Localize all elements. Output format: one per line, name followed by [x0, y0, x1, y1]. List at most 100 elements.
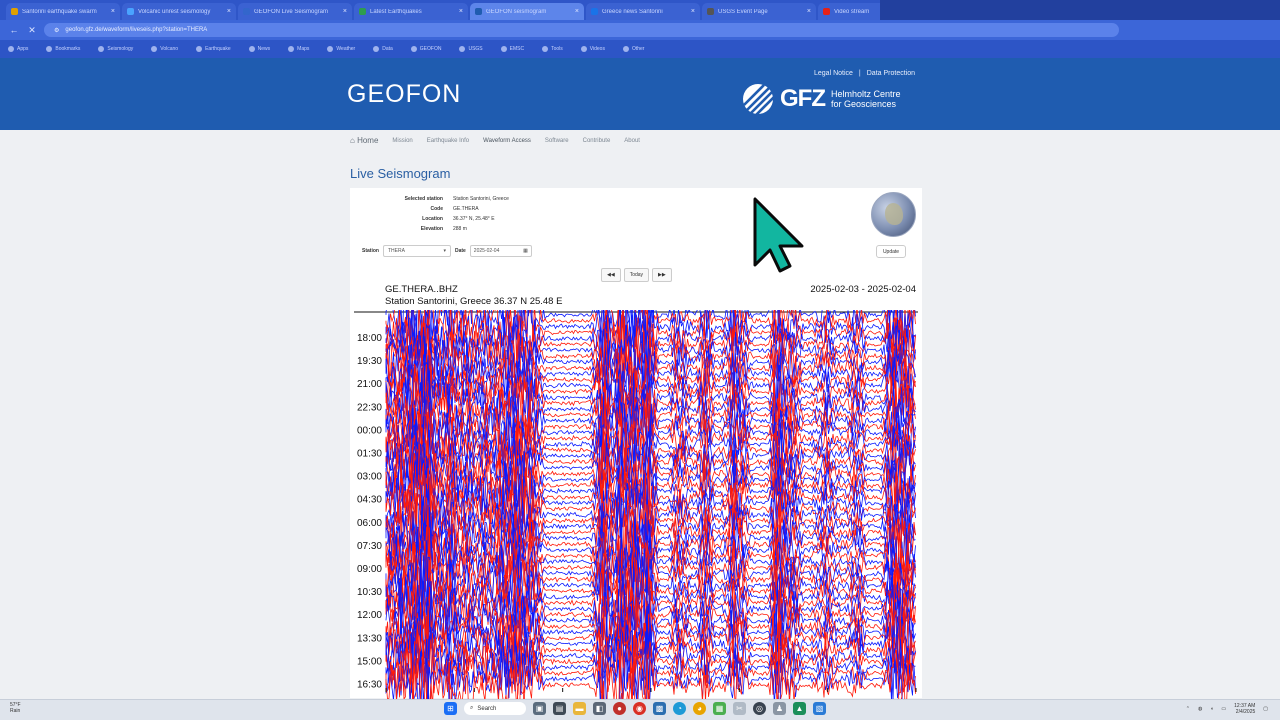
start-icon[interactable]: ⊞: [444, 702, 457, 715]
address-bar[interactable]: ⚙ geofon.gfz.de/waveform/liveseis.php?st…: [44, 23, 1119, 37]
bookmark-icon: [288, 46, 295, 52]
legal-notice-link[interactable]: Legal Notice: [814, 70, 853, 77]
task-view-icon[interactable]: ▣: [533, 702, 546, 715]
helicorder-plot: 18:00 19:30 21:00 22:30 00:00 01:30 03:00 04:30…: [354, 310, 918, 700]
bookmark-icon: [196, 46, 203, 52]
menu-mission[interactable]: Mission: [392, 138, 412, 144]
site-brand[interactable]: GEOFON: [347, 80, 461, 109]
bookmark-icon: [410, 46, 417, 52]
bookmark-item[interactable]: EMSC: [500, 46, 524, 52]
menu-about[interactable]: About: [624, 138, 640, 144]
app-icon[interactable]: ◕: [693, 702, 706, 715]
site-info-icon[interactable]: ⚙: [54, 27, 59, 34]
close-tab-icon[interactable]: ×: [111, 8, 115, 15]
close-tab-icon[interactable]: ×: [227, 8, 231, 15]
bookmark-item[interactable]: Seismology: [98, 46, 133, 52]
app-icon[interactable]: ▦: [713, 702, 726, 715]
app-icon[interactable]: ♟: [773, 702, 786, 715]
folder-icon[interactable]: ▬: [573, 702, 586, 715]
station-info: Selected station Station Santorini, Greec…: [380, 194, 509, 234]
back-icon[interactable]: ←: [8, 25, 20, 35]
reload-icon[interactable]: ✕: [26, 25, 38, 36]
mouse-cursor-icon: [753, 197, 804, 273]
bookmark-item[interactable]: Bookmarks: [46, 46, 80, 52]
bookmark-item[interactable]: Apps: [8, 46, 28, 52]
bookmark-item[interactable]: Videos: [580, 46, 605, 52]
chrome-icon[interactable]: ◉: [633, 702, 646, 715]
gfz-stripes-icon: [743, 84, 774, 115]
browser-tab[interactable]: Volcanic unrest seismology ×: [122, 3, 236, 20]
chevron-up-icon[interactable]: ⌃: [1186, 706, 1190, 712]
files-icon[interactable]: ▤: [553, 702, 566, 715]
page-title: Live Seismogram: [350, 166, 451, 181]
menu-earthquake-info[interactable]: Earthquake Info: [427, 138, 469, 144]
bookmark-item[interactable]: GEOFON: [410, 46, 441, 52]
close-tab-icon[interactable]: ×: [807, 8, 811, 15]
address-url: geofon.gfz.de/waveform/liveseis.php?stat…: [65, 27, 208, 33]
menu-contribute[interactable]: Contribute: [583, 138, 611, 144]
clock[interactable]: 12:37 AM 2/4/2025: [1234, 703, 1255, 715]
close-tab-icon[interactable]: ×: [691, 8, 695, 15]
browser-tab[interactable]: USGS Event Page ×: [702, 3, 816, 20]
bookmark-item[interactable]: USGS: [459, 46, 483, 52]
main-menu: ⌂ Home Mission Earthquake Info Waveform …: [350, 136, 640, 145]
edge-icon[interactable]: ◔: [673, 702, 686, 715]
bookmark-item[interactable]: Tools: [542, 46, 563, 52]
network-icon[interactable]: ◍: [1198, 706, 1202, 712]
battery-icon[interactable]: ▭: [1221, 706, 1226, 712]
browser-tab[interactable]: Santorini earthquake swarm ×: [6, 3, 120, 20]
station-controls: Station THERA ▾ Date 2025-02-04 ▦: [362, 245, 532, 257]
tab-favicon-icon: [359, 8, 366, 15]
time-tick-label: 18:00: [357, 333, 382, 344]
close-tab-icon[interactable]: ×: [459, 8, 463, 15]
weather-widget[interactable]: 57°F Rain: [10, 702, 21, 714]
today-button[interactable]: Today: [623, 268, 650, 282]
browser-tab[interactable]: Latest Earthquakes ×: [354, 3, 468, 20]
app-icon[interactable]: ▩: [653, 702, 666, 715]
prev-day-button[interactable]: ◀◀: [601, 268, 621, 282]
time-tick-label: 12:00: [357, 610, 382, 621]
tab-favicon-icon: [127, 8, 134, 15]
tab-title: GEOFON seismogram: [486, 8, 547, 15]
bookmark-item[interactable]: Maps: [288, 46, 309, 52]
notification-icon[interactable]: ▢: [1263, 706, 1268, 712]
bookmark-item[interactable]: Earthquake: [196, 46, 231, 52]
calendar-icon[interactable]: ▦: [523, 248, 528, 254]
app-icon[interactable]: ▧: [813, 702, 826, 715]
data-protection-link[interactable]: Data Protection: [867, 70, 915, 77]
browser-tab[interactable]: Greece news Santorini ×: [586, 3, 700, 20]
app-icon[interactable]: ▲: [793, 702, 806, 715]
browser-tab[interactable]: GEOFON Live Seismogram ×: [238, 3, 352, 20]
day-pager: ◀◀ Today ▶▶: [601, 268, 672, 282]
menu-home-label: Home: [357, 136, 379, 145]
menu-software[interactable]: Software: [545, 138, 569, 144]
station-map-globe[interactable]: [871, 192, 916, 237]
app-icon[interactable]: ●: [613, 702, 626, 715]
bookmark-label: USGS: [468, 46, 483, 52]
app-icon[interactable]: ◎: [753, 702, 766, 715]
store-icon[interactable]: ◧: [593, 702, 606, 715]
menu-home[interactable]: ⌂ Home: [350, 136, 378, 145]
time-tick-label: 03:00: [357, 472, 382, 483]
taskbar-search[interactable]: ⌕ Search: [464, 702, 526, 715]
menu-waveform-access[interactable]: Waveform Access: [483, 138, 531, 144]
plot-station-line: Station Santorini, Greece 36.37 N 25.48 …: [385, 296, 563, 307]
browser-tab[interactable]: GEOFON seismogram ×: [470, 3, 584, 20]
tab-favicon-icon: [707, 8, 714, 15]
bookmark-item[interactable]: Data: [373, 46, 393, 52]
bookmark-item[interactable]: News: [248, 46, 270, 52]
close-tab-icon[interactable]: ×: [575, 8, 579, 15]
station-select[interactable]: THERA ▾: [382, 245, 451, 257]
time-tick-label: 21:00: [357, 379, 382, 390]
info-key: Code: [430, 206, 444, 212]
date-input[interactable]: 2025-02-04 ▦: [469, 245, 532, 257]
update-button[interactable]: Update: [876, 245, 906, 258]
bookmark-item[interactable]: Volcano: [151, 46, 178, 52]
next-day-button[interactable]: ▶▶: [652, 268, 672, 282]
close-tab-icon[interactable]: ×: [343, 8, 347, 15]
gfz-logo[interactable]: GFZ Helmholtz Centre for Geosciences: [742, 83, 901, 115]
bookmark-item[interactable]: Weather: [327, 46, 355, 52]
app-icon[interactable]: ✂: [733, 702, 746, 715]
bookmark-item[interactable]: Other: [622, 46, 644, 52]
volume-icon[interactable]: ◖: [1210, 706, 1213, 712]
